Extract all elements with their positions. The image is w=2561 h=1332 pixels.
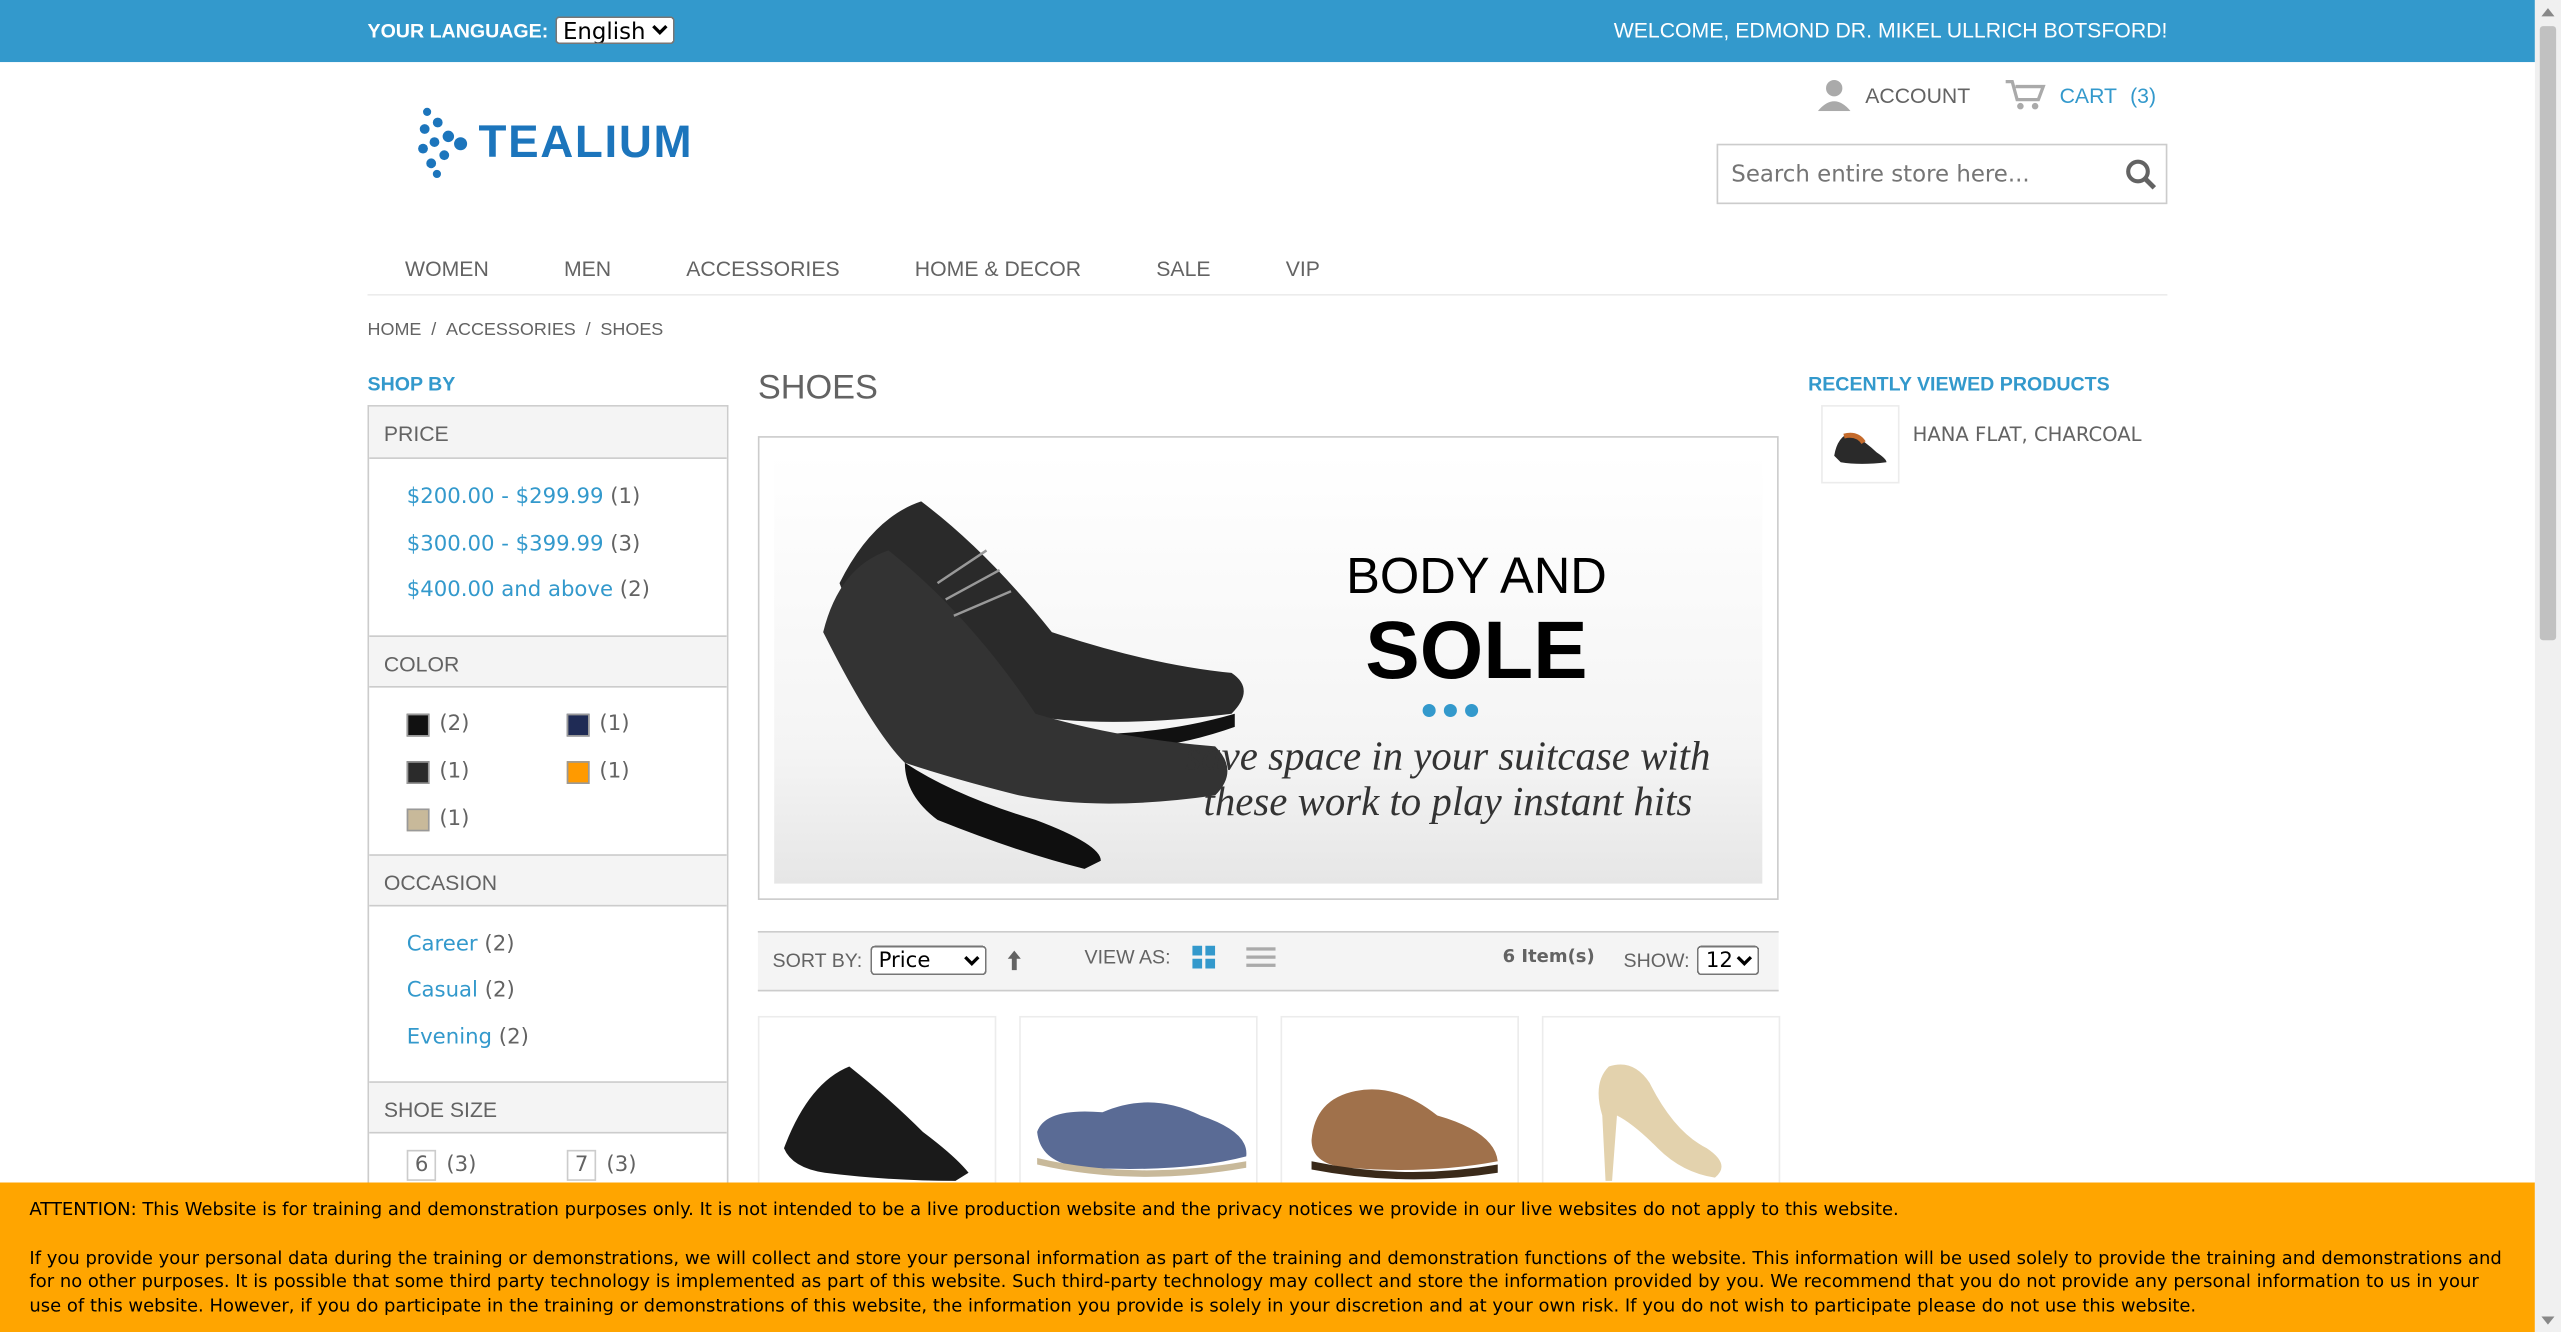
notice-privacy: If you provide your personal data during…	[29, 1247, 2502, 1317]
notice-attention: ATTENTION: This Website is for training …	[29, 1198, 1899, 1221]
filter-color: (2) (1) (1) (1) (1)	[369, 687, 727, 854]
sort-label: SORT BY:	[772, 948, 863, 972]
cart-label: CART	[2059, 82, 2118, 107]
black-flat-shoe-image	[783, 1066, 969, 1181]
filter-heading-color: COLOR	[369, 634, 727, 687]
search-box	[1716, 143, 2168, 205]
filter-option[interactable]: $200.00 - $299.99 (1)	[407, 475, 727, 522]
nav-item-sale[interactable]: SALE	[1119, 248, 1248, 294]
banner-dots-icon	[1422, 703, 1479, 718]
logo-text: TEALIUM	[478, 115, 694, 167]
breadcrumb-home[interactable]: HOME	[367, 320, 421, 340]
layered-nav: PRICE $200.00 - $299.99 (1) $300.00 - $3…	[367, 405, 729, 1190]
product-card[interactable]	[1019, 1015, 1258, 1196]
filter-option[interactable]: $400.00 and above (2)	[407, 568, 727, 615]
item-count: 6 Item(s)	[1502, 945, 1595, 967]
filter-option[interactable]: Casual (2)	[407, 969, 727, 1016]
color-swatch[interactable]: (1)	[406, 757, 567, 786]
welcome-message: WELCOME, EDMOND DR. MIKEL ULLRICH BOTSFO…	[1613, 17, 2168, 43]
size-option[interactable]: 6 (3)	[406, 1149, 567, 1181]
blue-loafer-image	[1037, 1102, 1247, 1177]
product-card[interactable]	[1280, 1015, 1519, 1196]
banner-subtitle: save space in your suitcase with these w…	[1185, 734, 1711, 825]
breadcrumb: HOME / ACCESSORIES / SHOES	[367, 320, 664, 340]
demo-notice-banner: ATTENTION: This Website is for training …	[0, 1182, 2535, 1332]
show-label: SHOW:	[1623, 948, 1690, 972]
filter-price: $200.00 - $299.99 (1) $300.00 - $399.99 …	[369, 459, 727, 635]
size-option[interactable]: 7 (3)	[566, 1149, 727, 1181]
account-link[interactable]: ACCOUNT	[1816, 78, 1971, 112]
grid-view-icon[interactable]	[1191, 945, 1215, 969]
language-select[interactable]: English	[554, 16, 675, 45]
nav-item-women[interactable]: WOMEN	[367, 248, 526, 294]
show-control: SHOW: 12	[1623, 945, 1760, 976]
color-box	[406, 712, 430, 736]
logo[interactable]: TEALIUM	[416, 101, 693, 183]
filter-option[interactable]: Evening (2)	[407, 1015, 727, 1062]
shop-by-title: SHOP BY	[367, 372, 456, 396]
banner-heading-large: SOLE	[1365, 604, 1588, 696]
color-swatch[interactable]: (1)	[566, 757, 727, 786]
breadcrumb-current: SHOES	[600, 320, 664, 340]
product-grid	[757, 1015, 1781, 1196]
banner-heading: BODY AND	[1346, 547, 1607, 605]
page-scrollbar[interactable]	[2534, 0, 2561, 1332]
color-box	[406, 760, 430, 784]
filter-heading-shoe-size: SHOE SIZE	[369, 1081, 727, 1134]
brown-wingtip-image	[1311, 1089, 1498, 1180]
filter-heading-occasion: OCCASION	[369, 853, 727, 906]
main-nav: WOMEN MEN ACCESSORIES HOME & DECOR SALE …	[367, 248, 2168, 296]
scroll-thumb[interactable]	[2539, 26, 2557, 641]
cart-count: (3)	[2130, 82, 2157, 107]
user-icon	[1817, 80, 1851, 112]
scroll-down-arrow-icon[interactable]	[2541, 1316, 2555, 1325]
search-icon	[2126, 158, 2157, 189]
recently-viewed-item[interactable]: HANA FLAT, CHARCOAL	[1821, 405, 2142, 484]
filter-shoe-size: 6 (3) 7 (3)	[369, 1134, 727, 1190]
nav-item-accessories[interactable]: ACCESSORIES	[649, 248, 878, 294]
cart-link[interactable]: CART (3)	[2004, 78, 2156, 111]
scroll-up-arrow-icon[interactable]	[2541, 8, 2555, 17]
list-view-icon[interactable]	[1245, 946, 1276, 969]
language-switcher: YOUR LANGUAGE: English	[367, 16, 675, 45]
nav-item-vip[interactable]: VIP	[1248, 248, 1357, 294]
color-swatch[interactable]: (2)	[406, 710, 567, 739]
search-input[interactable]	[1718, 160, 2117, 188]
sort-control: SORT BY: Price	[772, 945, 1024, 976]
limit-select[interactable]: 12	[1697, 945, 1760, 976]
beige-heel-image	[1598, 1064, 1722, 1181]
flat-shoe-thumbnail	[1834, 432, 1887, 464]
search-button[interactable]	[2117, 149, 2166, 198]
filter-heading-price: PRICE	[369, 406, 727, 459]
cart-icon	[2005, 80, 2046, 110]
account-label: ACCOUNT	[1865, 82, 1971, 107]
color-swatch[interactable]: (1)	[566, 710, 727, 739]
view-mode-control: VIEW AS:	[1084, 945, 1276, 969]
nav-item-men[interactable]: MEN	[526, 248, 648, 294]
product-card[interactable]	[757, 1015, 997, 1196]
filter-option[interactable]: $300.00 - $399.99 (3)	[407, 522, 727, 569]
recently-viewed-title: RECENTLY VIEWED PRODUCTS	[1808, 372, 2110, 396]
category-banner[interactable]: BODY AND SOLE save space in your suitcas…	[757, 436, 1779, 900]
page: YOUR LANGUAGE: English WELCOME, EDMOND D…	[0, 0, 2561, 1332]
product-card[interactable]	[1541, 1015, 1781, 1196]
page-title: SHOES	[757, 369, 878, 407]
breadcrumb-accessories[interactable]: ACCESSORIES	[446, 320, 576, 340]
recent-product-thumbnail[interactable]	[1821, 405, 1900, 484]
filter-occasion: Career (2) Casual (2) Evening (2)	[369, 906, 727, 1082]
color-box	[566, 712, 590, 736]
color-box	[406, 807, 430, 831]
sort-select[interactable]: Price	[870, 945, 987, 976]
logo-mark-icon	[416, 101, 468, 183]
sort-direction-icon[interactable]	[1004, 949, 1024, 972]
recent-product-name[interactable]: HANA FLAT, CHARCOAL	[1913, 405, 2142, 446]
top-bar: YOUR LANGUAGE: English WELCOME, EDMOND D…	[0, 0, 2535, 63]
language-label: YOUR LANGUAGE:	[367, 18, 549, 42]
nav-item-home-decor[interactable]: HOME & DECOR	[877, 248, 1118, 294]
view-label: VIEW AS:	[1084, 945, 1171, 969]
product-toolbar: SORT BY: Price VIEW AS: 6 Item(s) SHOW: …	[757, 930, 1779, 992]
filter-option[interactable]: Career (2)	[407, 922, 727, 969]
color-swatch[interactable]: (1)	[406, 804, 567, 833]
color-box	[566, 760, 590, 784]
